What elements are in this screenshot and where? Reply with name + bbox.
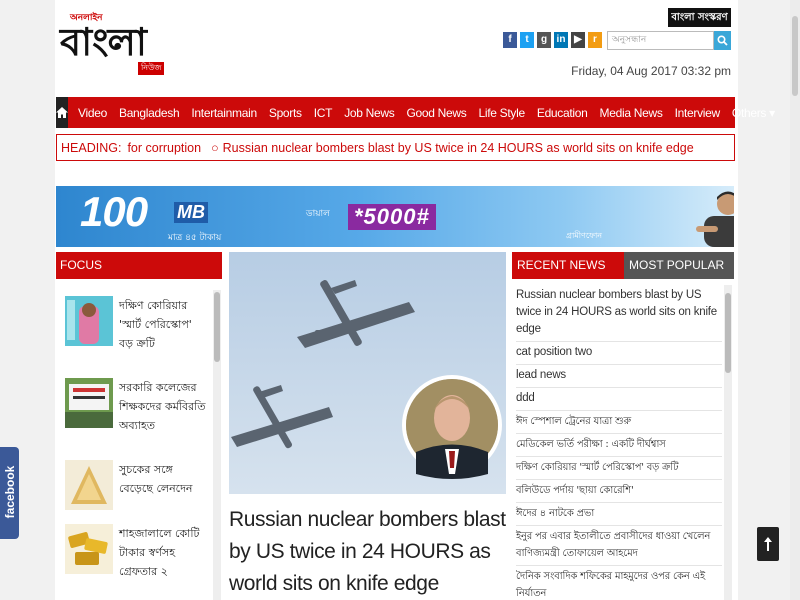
arrow-up-icon	[764, 537, 772, 551]
banner-price: মাত্র ৪৫ টাকায়	[168, 233, 222, 243]
twitter-icon[interactable]: t	[520, 32, 534, 48]
list-item[interactable]: ইনুর পর এবার ইতালীতে প্রবাসীদের ধাওয়া খ…	[516, 526, 722, 566]
facebook-side-tab[interactable]: facebook	[0, 447, 19, 539]
list-item[interactable]: cat position two	[516, 342, 722, 365]
page-scrollbar[interactable]	[790, 0, 800, 600]
search-icon	[717, 35, 728, 46]
focus-item-title: শাহজালালে কোটি টাকার স্বর্ণসহ গ্রেফতার ২	[119, 527, 200, 578]
list-item[interactable]: দৈনিক সংবাদিক শফিকের মাহমুদের ওপর কেন এই…	[516, 566, 722, 600]
nav-item-education[interactable]: Education	[531, 106, 594, 120]
list-item[interactable]: ঈদের ৪ নাটকে প্রভা	[516, 503, 722, 526]
focus-thumbnail-image	[65, 460, 113, 510]
ticker-bullet-icon: ○	[211, 140, 219, 155]
nav-item-sports[interactable]: Sports	[263, 106, 308, 120]
rss-icon[interactable]: r	[588, 32, 602, 48]
search-input[interactable]: অনুসন্ধান	[607, 31, 714, 50]
list-item[interactable]: শাহজালালে কোটি টাকার স্বর্ণসহ গ্রেফতার ২	[65, 524, 215, 594]
scroll-to-top-button[interactable]	[757, 527, 779, 561]
social-links: f t g in ▶ r	[503, 32, 602, 48]
featured-story[interactable]: Russian nuclear bombers blast by US twic…	[229, 252, 506, 600]
focus-thumbnail-image	[65, 378, 113, 428]
nav-item-interview[interactable]: Interview	[669, 106, 726, 120]
site-logo[interactable]: অনলাইন বাংলা নিউজ	[60, 10, 175, 75]
recent-news-list: Russian nuclear bombers blast by US twic…	[516, 285, 722, 600]
main-navigation: Video Bangladesh Intertainmain Sports IC…	[56, 97, 775, 128]
focus-item-title: সুচকের সঙ্গে বেড়েছে লেনদেন	[119, 463, 193, 495]
recent-news-scrollbar-thumb[interactable]	[725, 293, 731, 373]
logo-tag-text: নিউজ	[138, 62, 165, 75]
focus-thumbnail-image	[65, 296, 113, 346]
list-item[interactable]: সরকারি কলেজের শিক্ষকদের কর্মবিরতি অব্যাহ…	[65, 378, 215, 448]
news-sidebar: RECENT NEWS MOST POPULAR Russian nuclear…	[512, 252, 734, 600]
list-item[interactable]: সুচকের সঙ্গে বেড়েছে লেনদেন	[65, 460, 215, 530]
logo-main-text: বাংলা	[60, 19, 147, 64]
tab-recent-news[interactable]: RECENT NEWS	[512, 252, 624, 279]
nav-item-bangladesh[interactable]: Bangladesh	[113, 106, 185, 120]
nav-item-media-news[interactable]: Media News	[594, 106, 669, 120]
search-button[interactable]	[714, 31, 731, 50]
current-datetime: Friday, 04 Aug 2017 03:32 pm	[571, 64, 731, 78]
list-item[interactable]: Russian nuclear bombers blast by US twic…	[516, 285, 722, 342]
ticker-item[interactable]: for corruption	[127, 141, 201, 155]
featured-headline[interactable]: Russian nuclear bombers blast by US twic…	[229, 504, 506, 600]
recent-news-scrollbar[interactable]	[724, 285, 732, 600]
linkedin-icon[interactable]: in	[554, 32, 568, 48]
nav-item-good-news[interactable]: Good News	[400, 106, 472, 120]
focus-scrollbar-thumb[interactable]	[214, 292, 220, 362]
ticker-item[interactable]: Russian nuclear bombers blast by US twic…	[223, 141, 694, 155]
focus-scrollbar[interactable]	[213, 290, 221, 600]
facebook-tab-label: facebook	[3, 465, 17, 519]
list-item[interactable]: বলিউডে পর্দায় 'ছায়া কোরেশি'	[516, 480, 722, 503]
youtube-icon[interactable]: ▶	[571, 32, 585, 48]
focus-thumbnail-image	[65, 524, 113, 574]
nav-item-intertainmain[interactable]: Intertainmain	[185, 106, 262, 120]
list-item[interactable]: দক্ষিণ কোরিয়ার 'স্মার্ট পেরিস্কোপ' বড় …	[65, 296, 215, 366]
focus-header: FOCUS	[56, 252, 222, 279]
banner-amount: 100	[80, 188, 148, 235]
google-plus-icon[interactable]: g	[537, 32, 551, 48]
home-icon	[56, 107, 68, 118]
focus-section: FOCUS দক্ষিণ কোরিয়ার 'স্মার্ট পেরিস্কোপ…	[56, 252, 222, 600]
list-item[interactable]: lead news	[516, 365, 722, 388]
featured-image	[229, 252, 506, 494]
focus-item-title: দক্ষিণ কোরিয়ার 'স্মার্ট পেরিস্কোপ' বড় …	[119, 299, 192, 350]
banner-brand: গ্রামীণফোন	[566, 231, 603, 240]
ticker-label: HEADING:	[61, 140, 122, 155]
nav-item-ict[interactable]: ICT	[308, 106, 338, 120]
list-item[interactable]: ddd	[516, 388, 722, 411]
bangla-version-button[interactable]: বাংলা সংস্করণ	[668, 8, 731, 27]
list-item[interactable]: ঈদ স্পেশাল ট্রেনের যাত্রা শুরু	[516, 411, 722, 434]
nav-item-video[interactable]: Video	[72, 106, 113, 120]
nav-item-life-style[interactable]: Life Style	[472, 106, 530, 120]
news-ticker: HEADING: for corruption ○ Russian nuclea…	[56, 134, 735, 161]
list-item[interactable]: দক্ষিণ কোরিয়ার 'স্মার্ট পেরিস্কোপ' বড় …	[516, 457, 722, 480]
banner-person-image	[696, 191, 734, 247]
banner-unit: MB	[174, 202, 208, 223]
nav-item-others-dropdown[interactable]: Others ▾	[726, 106, 781, 120]
banner-dial-label: ডায়াল	[306, 209, 330, 219]
nav-item-job-news[interactable]: Job News	[338, 106, 400, 120]
focus-item-title: সরকারি কলেজের শিক্ষকদের কর্মবিরতি অব্যাহ…	[119, 381, 206, 432]
banner-code: *5000#	[348, 204, 436, 230]
facebook-icon[interactable]: f	[503, 32, 517, 48]
home-button[interactable]	[56, 97, 68, 128]
page-scrollbar-thumb[interactable]	[792, 16, 798, 96]
tab-most-popular[interactable]: MOST POPULAR	[624, 252, 734, 279]
list-item[interactable]: মেডিকেল ভর্তি পরীক্ষা : একটি দীর্ঘশ্বাস	[516, 434, 722, 457]
advertisement-banner[interactable]: 100 MB মাত্র ৪৫ টাকায় ডায়াল *5000# গ্র…	[56, 186, 734, 247]
